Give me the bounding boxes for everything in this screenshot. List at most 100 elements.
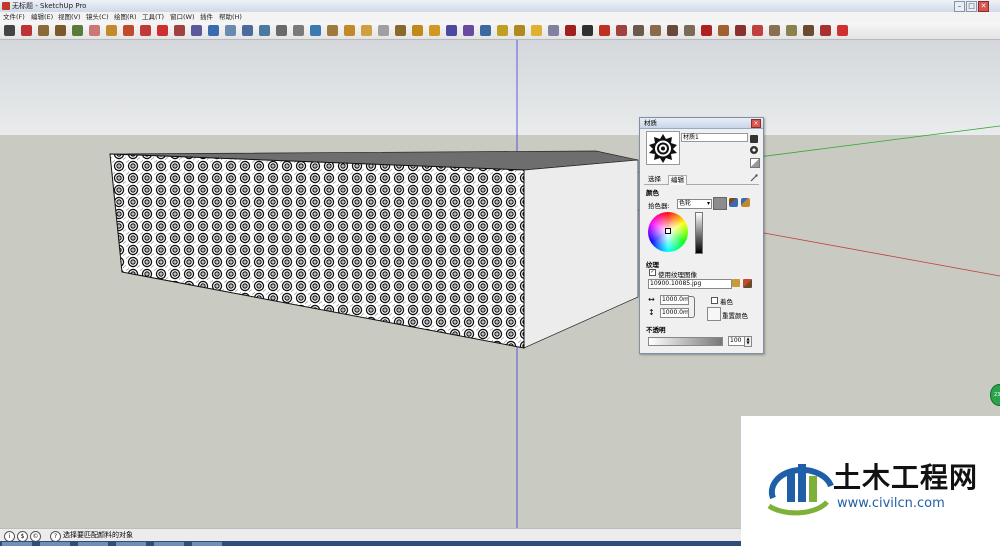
edit-texture-icon[interactable]: [743, 279, 752, 288]
tab-select[interactable]: 选择: [646, 175, 663, 184]
opacity-spinner[interactable]: ▲ ▼: [744, 336, 752, 347]
material-swatch[interactable]: [646, 131, 680, 165]
materials-panel-titlebar[interactable]: 材质: [640, 118, 763, 129]
section-plane-icon[interactable]: [565, 25, 576, 36]
colorize-checkbox[interactable]: [711, 297, 718, 304]
zoom-extents-tool-icon[interactable]: [259, 25, 270, 36]
axes-icon[interactable]: [599, 25, 610, 36]
push-pull-tool-icon[interactable]: [123, 25, 134, 36]
rotate-tool-icon[interactable]: [157, 25, 168, 36]
taskbar-item[interactable]: [2, 542, 32, 546]
share-model-icon[interactable]: [327, 25, 338, 36]
reset-color-label[interactable]: 重置颜色: [722, 310, 748, 320]
polygon-tool-icon[interactable]: [72, 25, 83, 36]
texture-width-field[interactable]: 1000.0mm: [660, 295, 689, 305]
tape-measure-icon[interactable]: [684, 25, 695, 36]
extension-icon[interactable]: [361, 25, 372, 36]
opacity-value-field[interactable]: 100: [728, 336, 745, 346]
menu-draw[interactable]: 绘图(R): [114, 12, 137, 22]
zoom-tool-icon[interactable]: [242, 25, 253, 36]
maximize-button[interactable]: □: [966, 1, 977, 12]
section-display-icon[interactable]: [582, 25, 593, 36]
brightness-slider[interactable]: [695, 212, 703, 254]
styles-icon[interactable]: [378, 25, 389, 36]
texture-file-field[interactable]: 10900.10085.jpg: [648, 279, 732, 289]
eraser-tool-icon[interactable]: [89, 25, 100, 36]
components-icon[interactable]: [293, 25, 304, 36]
opacity-slider[interactable]: [648, 337, 723, 346]
use-texture-checkbox[interactable]: ✓: [649, 269, 656, 276]
camera-position-icon[interactable]: [514, 25, 525, 36]
create-material-icon[interactable]: [750, 146, 758, 154]
previous-view-icon[interactable]: [276, 25, 287, 36]
color-preview[interactable]: [713, 197, 727, 210]
taskbar-item[interactable]: [40, 542, 70, 546]
drape-icon[interactable]: [769, 25, 780, 36]
minimize-button[interactable]: –: [954, 1, 965, 12]
taskbar-item[interactable]: [192, 542, 222, 546]
photo-textures-icon[interactable]: [820, 25, 831, 36]
add-detail-icon[interactable]: [786, 25, 797, 36]
texture-height-field[interactable]: 1000.0mm: [660, 308, 689, 318]
lock-icon[interactable]: [750, 135, 758, 143]
smoove-icon[interactable]: [735, 25, 746, 36]
hidden-line-icon[interactable]: [446, 25, 457, 36]
flip-edge-icon[interactable]: [803, 25, 814, 36]
watermark-url: www.civilcn.com: [837, 496, 945, 511]
rectangle-tool-icon[interactable]: [38, 25, 49, 36]
circle-tool-icon[interactable]: [55, 25, 66, 36]
text-icon[interactable]: [650, 25, 661, 36]
match-model-color-icon[interactable]: [729, 198, 738, 207]
move-tool-icon[interactable]: [140, 25, 151, 36]
menu-help[interactable]: 帮助(H): [219, 12, 242, 22]
menu-camera[interactable]: 镜头(C): [86, 12, 109, 22]
monochrome-icon[interactable]: [497, 25, 508, 36]
get-models-icon[interactable]: [310, 25, 321, 36]
warehouse-icon[interactable]: [344, 25, 355, 36]
shaded-icon[interactable]: [463, 25, 474, 36]
pan-tool-icon[interactable]: [225, 25, 236, 36]
taskbar-item[interactable]: [116, 542, 146, 546]
taskbar-item[interactable]: [154, 542, 184, 546]
scale-tool-icon[interactable]: [174, 25, 185, 36]
back-edges-icon[interactable]: [412, 25, 423, 36]
wireframe-icon[interactable]: [429, 25, 440, 36]
tab-edit[interactable]: 编辑: [668, 175, 687, 185]
taskbar-item[interactable]: [78, 542, 108, 546]
offset-tool-icon[interactable]: [191, 25, 202, 36]
color-wheel[interactable]: [648, 212, 688, 252]
menu-view[interactable]: 视图(V): [58, 12, 81, 22]
menu-tools[interactable]: 工具(T): [142, 12, 164, 22]
3d-text-icon[interactable]: [667, 25, 678, 36]
menu-window[interactable]: 窗口(W): [170, 12, 195, 22]
reset-color-swatch[interactable]: [707, 307, 721, 321]
eyedropper-icon[interactable]: [750, 174, 758, 182]
xray-icon[interactable]: [395, 25, 406, 36]
line-tool-icon[interactable]: [21, 25, 32, 36]
look-around-icon[interactable]: [548, 25, 559, 36]
material-name-field[interactable]: 材质1: [681, 133, 748, 142]
materials-close-button[interactable]: ×: [751, 119, 761, 128]
sandbox-from-contours-icon[interactable]: [701, 25, 712, 36]
match-screen-color-icon[interactable]: [741, 198, 750, 207]
select-tool-icon[interactable]: [4, 25, 15, 36]
dimensions-icon[interactable]: [616, 25, 627, 36]
texture-section-label: 纹理: [646, 261, 659, 269]
sandbox-from-scratch-icon[interactable]: [718, 25, 729, 36]
menu-file[interactable]: 文件(F): [3, 12, 25, 22]
browse-folder-icon[interactable]: [732, 279, 740, 287]
menu-edit[interactable]: 编辑(E): [31, 12, 53, 22]
status-message: 选择要匹配颜料的对象: [63, 531, 133, 539]
orbit-tool-icon[interactable]: [208, 25, 219, 36]
walk-icon[interactable]: [531, 25, 542, 36]
aspect-lock-icon[interactable]: [689, 296, 695, 318]
menu-plugins[interactable]: 插件: [200, 12, 213, 22]
textured-icon[interactable]: [480, 25, 491, 36]
protractor-icon[interactable]: [633, 25, 644, 36]
picker-select[interactable]: 色轮: [677, 199, 712, 209]
default-material-icon[interactable]: [750, 158, 760, 168]
close-button[interactable]: ✕: [978, 1, 989, 12]
stamp-icon[interactable]: [752, 25, 763, 36]
paint-bucket-tool-icon[interactable]: [106, 25, 117, 36]
instructor-icon[interactable]: [837, 25, 848, 36]
